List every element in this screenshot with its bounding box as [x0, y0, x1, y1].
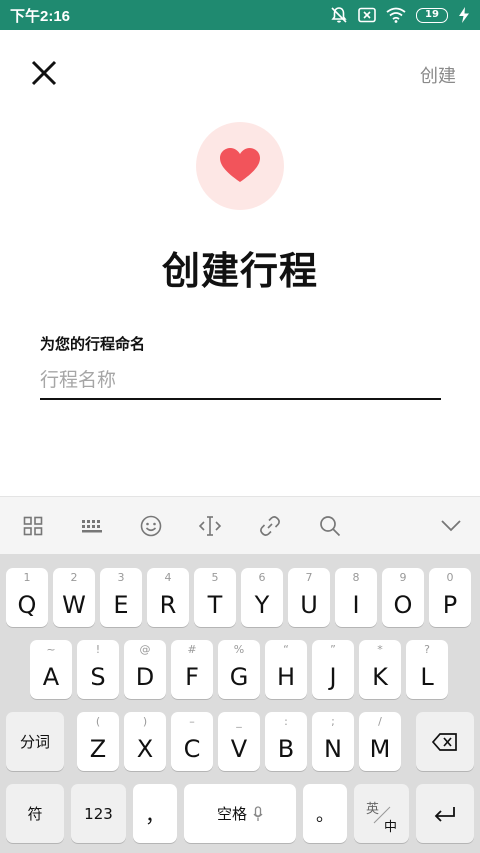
- mute-bell-icon: [330, 6, 348, 24]
- key-n[interactable]: ; N: [312, 712, 354, 771]
- backspace-key[interactable]: [416, 712, 474, 771]
- language-switch-key[interactable]: 英 中: [354, 784, 409, 843]
- close-icon: [31, 60, 57, 86]
- numbers-key[interactable]: 123: [71, 784, 126, 843]
- key-b[interactable]: :B: [265, 712, 307, 771]
- close-button[interactable]: [26, 55, 62, 91]
- backspace-icon: [416, 712, 474, 771]
- status-time: 下午2:16: [10, 7, 71, 25]
- key-y[interactable]: 6Y: [241, 568, 283, 627]
- space-key[interactable]: 空格: [184, 784, 296, 843]
- key-i[interactable]: 8I: [335, 568, 377, 627]
- period-key[interactable]: 。: [303, 784, 347, 843]
- symbols-key[interactable]: 符: [6, 784, 64, 843]
- key-a[interactable]: ~ A: [30, 640, 72, 699]
- key-t[interactable]: 5T: [194, 568, 236, 627]
- key-j[interactable]: ” J: [312, 640, 354, 699]
- microphone-icon: [253, 805, 263, 821]
- battery-icon: 19: [416, 7, 448, 23]
- key-e[interactable]: 3E: [100, 568, 142, 627]
- collapse-keyboard-icon[interactable]: [438, 513, 464, 539]
- heart-badge: [196, 122, 284, 210]
- key-x[interactable]: ) X: [124, 712, 166, 771]
- key-k[interactable]: * K: [359, 640, 401, 699]
- charging-icon: [458, 7, 470, 23]
- keyboard-toolbar: [0, 496, 480, 554]
- key-z[interactable]: (Z: [77, 712, 119, 771]
- enter-icon: [416, 784, 474, 843]
- heart-icon: [220, 148, 260, 182]
- status-bar: 下午2:16 19: [0, 0, 480, 30]
- wifi-icon: [386, 7, 406, 23]
- key-d[interactable]: @ D: [124, 640, 166, 699]
- key-p[interactable]: 0P: [429, 568, 471, 627]
- page-title: 创建行程: [161, 249, 318, 293]
- keyboard-icon[interactable]: [79, 513, 105, 539]
- battery-level: 19: [425, 9, 439, 20]
- space-label: 空格: [216, 805, 247, 823]
- comma-key[interactable]: ，: [133, 784, 177, 843]
- key-u[interactable]: 7U: [288, 568, 330, 627]
- key-v[interactable]: _ V: [218, 712, 260, 771]
- key-q[interactable]: 1Q: [6, 568, 48, 627]
- trip-name-label: 为您的行程命名: [40, 335, 146, 353]
- status-icons: 19: [330, 6, 470, 24]
- search-icon[interactable]: [317, 513, 343, 539]
- emoji-icon[interactable]: [138, 513, 164, 539]
- link-icon[interactable]: [257, 513, 283, 539]
- key-c[interactable]: – C: [171, 712, 213, 771]
- key-f[interactable]: # F: [171, 640, 213, 699]
- create-button[interactable]: 创建: [420, 62, 456, 88]
- key-m[interactable]: / M: [359, 712, 401, 771]
- key-r[interactable]: 4R: [147, 568, 189, 627]
- key-s[interactable]: ! S: [77, 640, 119, 699]
- cursor-icon[interactable]: [197, 513, 223, 539]
- keyboard: 1Q 2W 3E 4R 5T 6Y 7U 8I 9O 0P ~ A ! S @ D #…: [0, 554, 480, 853]
- key-l[interactable]: ? L: [406, 640, 448, 699]
- key-g[interactable]: % G: [218, 640, 260, 699]
- segment-key[interactable]: 分词: [6, 712, 64, 771]
- grid-icon[interactable]: [20, 513, 46, 539]
- key-h[interactable]: “H: [265, 640, 307, 699]
- trip-name-input[interactable]: [40, 362, 441, 400]
- no-sim-icon: [358, 7, 376, 23]
- enter-key[interactable]: [416, 784, 474, 843]
- lang-zh-label: 中: [384, 820, 398, 835]
- key-w[interactable]: 2W: [53, 568, 95, 627]
- key-o[interactable]: 9O: [382, 568, 424, 627]
